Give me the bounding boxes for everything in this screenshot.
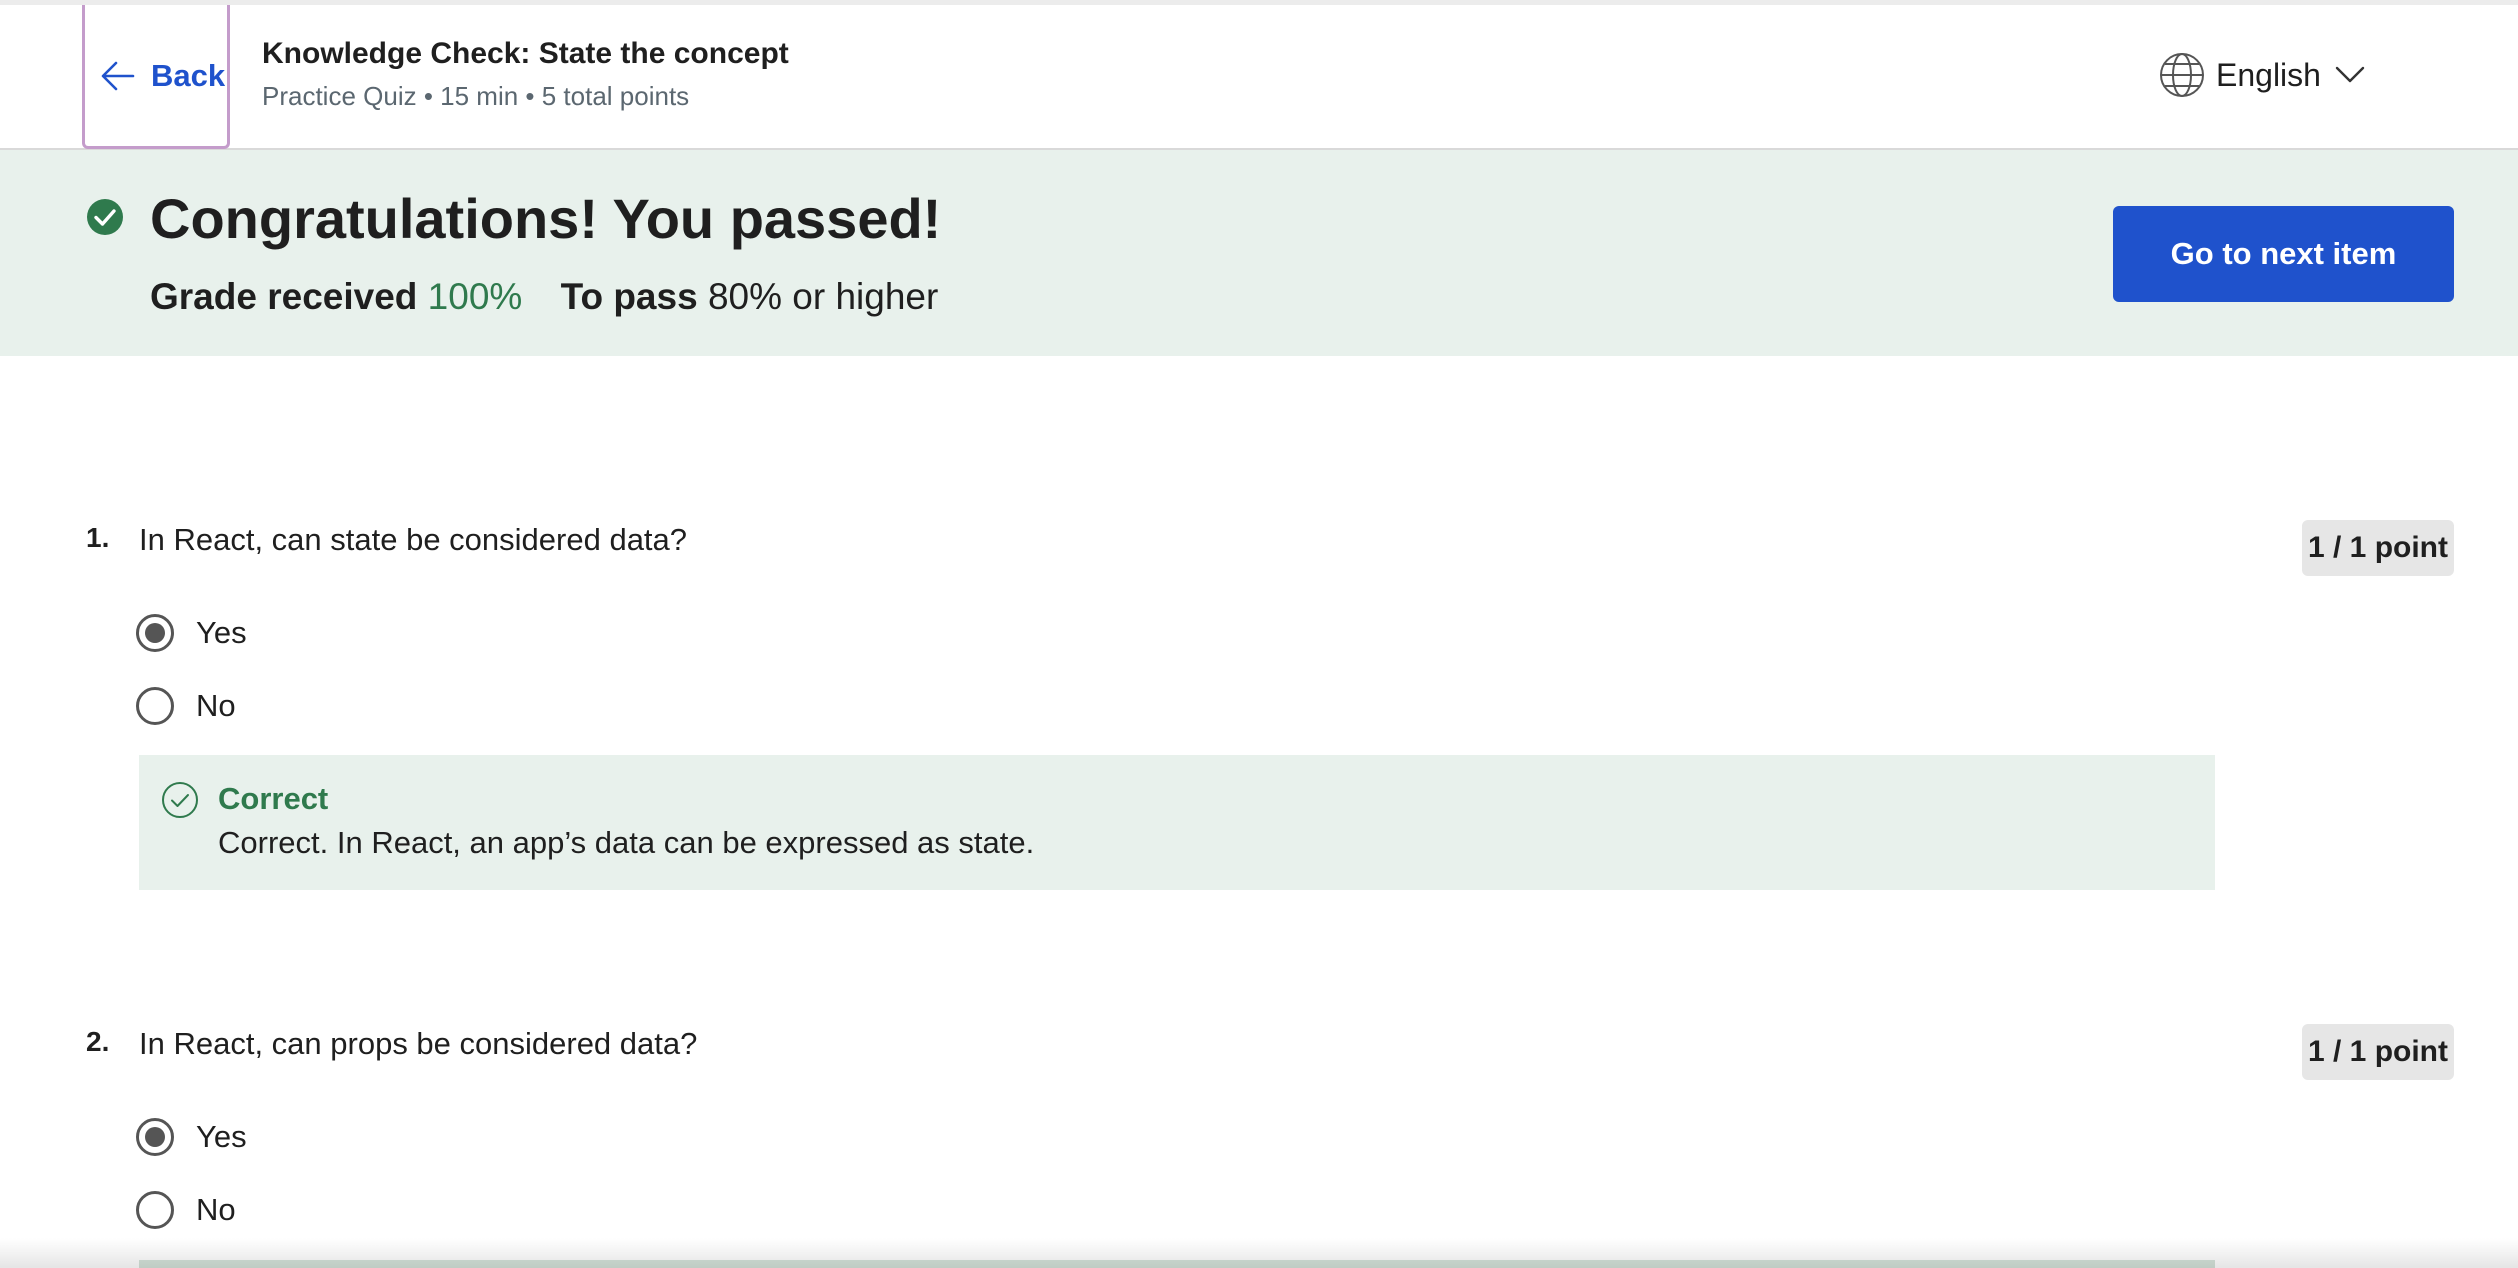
grade-label: Grade received xyxy=(150,276,418,317)
option-label: No xyxy=(196,1192,236,1227)
option-label: No xyxy=(196,688,236,723)
quiz-header: Back Knowledge Check: State the concept … xyxy=(0,5,2518,150)
radio-button-selected[interactable] xyxy=(136,1118,174,1156)
language-label: English xyxy=(2216,56,2321,93)
feedback-text: Correct. In React, an app’s data can be … xyxy=(218,825,1035,860)
back-button[interactable]: Back xyxy=(82,5,230,149)
option-yes[interactable]: Yes xyxy=(136,614,247,652)
option-no[interactable]: No xyxy=(136,1191,236,1229)
question-text: In React, can state be considered data? xyxy=(139,522,688,557)
option-yes[interactable]: Yes xyxy=(136,1118,247,1156)
grade-value: 100% xyxy=(427,276,523,317)
option-label: Yes xyxy=(196,1119,247,1154)
result-banner: Congratulations! You passed! Grade recei… xyxy=(0,150,2518,356)
question-number: 1. xyxy=(86,522,110,553)
quiz-title: Knowledge Check: State the concept xyxy=(262,37,789,70)
radio-button[interactable] xyxy=(136,687,174,725)
scroll-shadow xyxy=(0,1238,2518,1268)
check-circle-outline-icon xyxy=(162,782,198,818)
globe-icon xyxy=(2160,53,2204,97)
quiz-title-block: Knowledge Check: State the concept Pract… xyxy=(262,37,789,112)
go-to-next-item-button[interactable]: Go to next item xyxy=(2113,206,2454,302)
chevron-down-icon xyxy=(2335,66,2365,83)
result-heading: Congratulations! You passed! xyxy=(150,187,942,250)
pass-label: To pass xyxy=(560,276,698,317)
grade-summary: Grade received 100% To pass 80% or highe… xyxy=(150,276,938,318)
question-number: 2. xyxy=(86,1026,110,1057)
points-badge: 1 / 1 point xyxy=(2302,520,2454,576)
feedback-correct: Correct Correct. In React, an app’s data… xyxy=(139,755,2215,890)
language-selector[interactable]: English xyxy=(2158,51,2365,99)
option-label: Yes xyxy=(196,615,247,650)
pass-value: 80% or higher xyxy=(707,276,939,317)
quiz-meta: Practice Quiz • 15 min • 5 total points xyxy=(262,81,690,111)
back-label: Back xyxy=(151,57,226,93)
arrow-left-icon xyxy=(101,61,135,90)
radio-button-selected[interactable] xyxy=(136,614,174,652)
feedback-title: Correct xyxy=(218,781,329,816)
question-text: In React, can props be considered data? xyxy=(139,1026,698,1061)
option-no[interactable]: No xyxy=(136,687,236,725)
radio-button[interactable] xyxy=(136,1191,174,1229)
check-circle-filled-icon xyxy=(87,199,123,235)
points-badge: 1 / 1 point xyxy=(2302,1024,2454,1080)
